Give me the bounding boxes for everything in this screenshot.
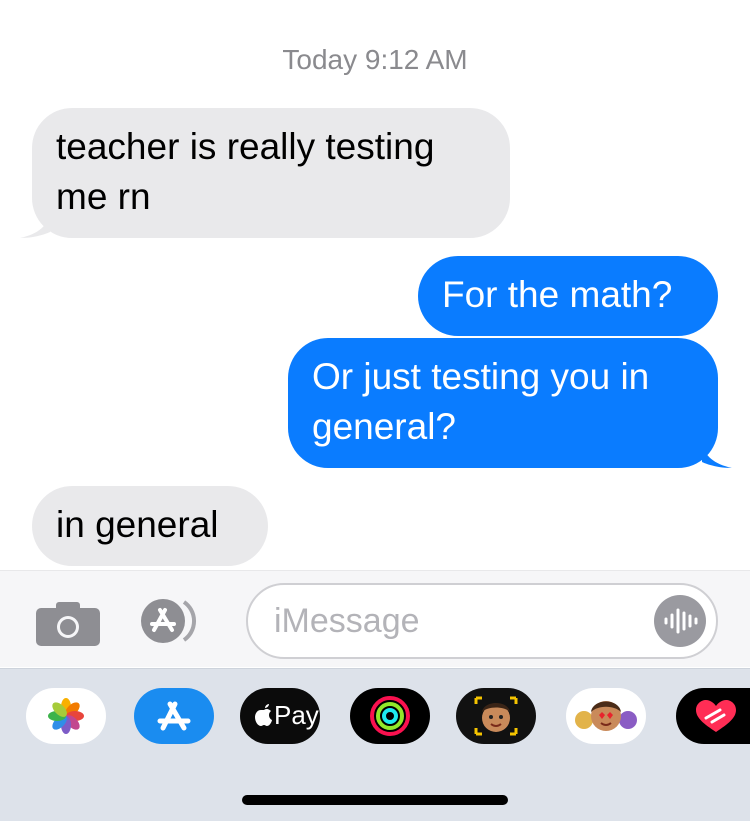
apple-pay-app-icon[interactable]: Pay: [240, 688, 320, 744]
memoji-camera-app-icon[interactable]: [456, 688, 536, 744]
photos-app-icon[interactable]: [26, 688, 106, 744]
photos-flower-icon: [48, 698, 84, 734]
heart-icon: [696, 700, 736, 732]
bubble-tail-left: [20, 212, 50, 238]
apple-pay-label: Pay: [274, 700, 319, 730]
message-line: teacher is really testing: [56, 126, 435, 167]
camera-icon[interactable]: [36, 602, 100, 646]
message-bubble-received[interactable]: teacher is really testing me rn: [32, 108, 510, 238]
message-bubble-sent[interactable]: Or just testing you in general?: [288, 338, 718, 468]
message-line: me rn: [56, 176, 151, 217]
digital-touch-app-icon[interactable]: [676, 688, 750, 744]
message-input-placeholder: iMessage: [274, 602, 420, 640]
memoji-stickers-app-icon[interactable]: [566, 688, 646, 744]
message-line: in general: [56, 504, 219, 545]
memoji-heart-eyes-icon: [575, 701, 637, 731]
message-bubble-received[interactable]: in general: [32, 486, 268, 566]
waveform-icon: [664, 608, 698, 634]
home-indicator[interactable]: [242, 795, 508, 805]
timestamp: Today 9:12 AM: [282, 44, 468, 75]
activity-app-icon[interactable]: [350, 688, 430, 744]
message-line: For the math?: [442, 274, 673, 315]
message-input[interactable]: iMessage: [246, 583, 718, 659]
audio-message-button[interactable]: [654, 595, 706, 647]
message-bubble-sent[interactable]: For the math?: [418, 256, 718, 336]
activity-rings-icon: [370, 696, 410, 736]
message-line: Or just testing you in: [312, 356, 650, 397]
app-store-a-icon: [157, 701, 191, 731]
bubble-tail-right: [702, 442, 732, 468]
app-store-button-icon[interactable]: [140, 598, 210, 644]
message-line: general?: [312, 406, 457, 447]
memoji-face-icon: [474, 696, 518, 736]
app-store-app-icon[interactable]: [134, 688, 214, 744]
